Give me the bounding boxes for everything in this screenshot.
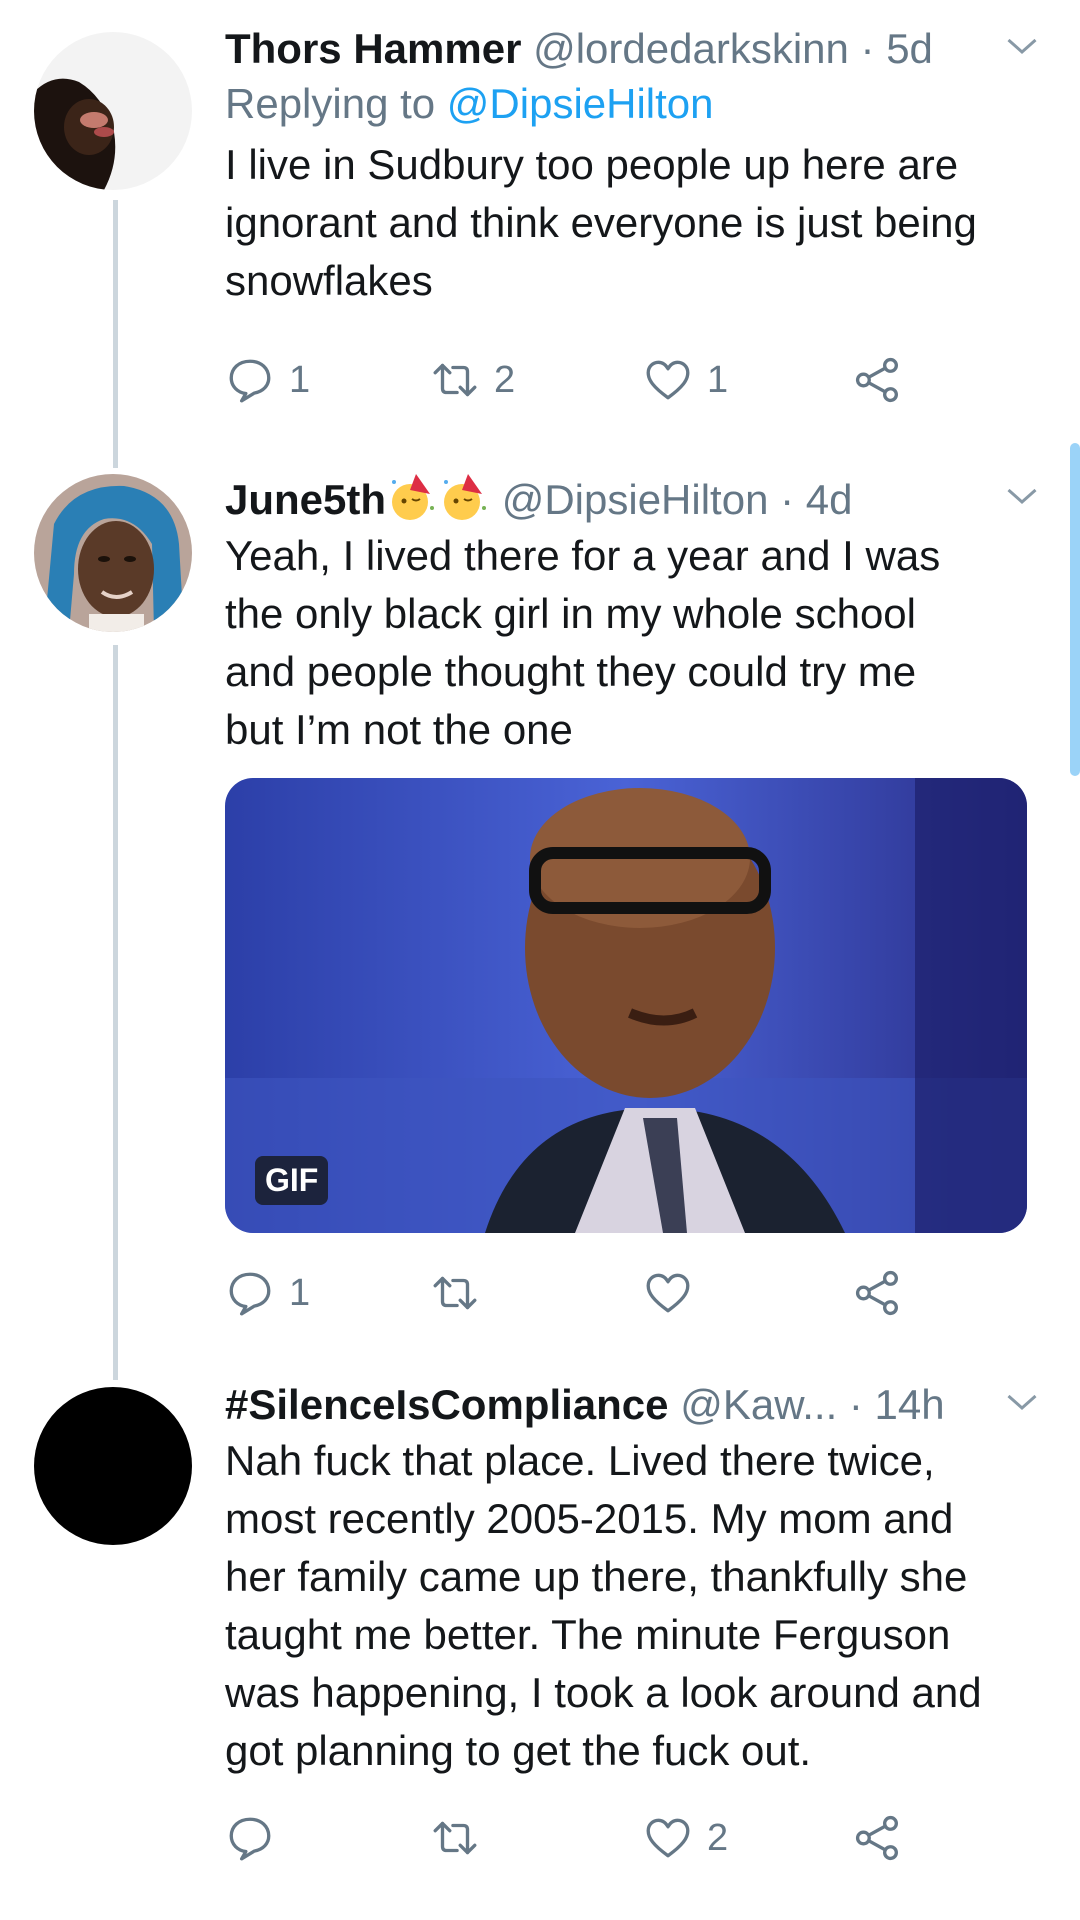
timestamp[interactable]: · 14h	[849, 1381, 945, 1428]
like-button[interactable]	[643, 1263, 707, 1323]
display-name[interactable]: #SilenceIsCompliance	[225, 1381, 669, 1428]
like-count: 1	[707, 358, 729, 401]
chevron-down-icon[interactable]	[1004, 1384, 1040, 1420]
like-button[interactable]: 1	[643, 350, 728, 410]
tweet-actions: 1	[225, 1263, 945, 1323]
heart-icon	[646, 1818, 690, 1858]
reply-count: 1	[289, 358, 311, 401]
reply-icon	[229, 359, 271, 403]
share-icon	[855, 1270, 898, 1316]
gif-media[interactable]: GIF	[225, 778, 1027, 1233]
avatar[interactable]	[34, 32, 192, 190]
heart-icon	[646, 360, 690, 400]
reply-count: 1	[289, 1271, 311, 1314]
heart-icon	[646, 1273, 690, 1313]
like-count: 2	[707, 1816, 729, 1859]
reply-button[interactable]: 1	[225, 1263, 310, 1323]
retweet-icon	[433, 1276, 477, 1310]
share-button[interactable]	[853, 1263, 903, 1323]
tweet[interactable]: Thors Hammer @lordedarkskinn · 5d Replyi…	[225, 22, 1037, 310]
replying-to: Replying to @DipsieHilton	[225, 76, 1030, 132]
party-face-emoji-icon	[444, 474, 487, 520]
scrollbar[interactable]	[1070, 443, 1080, 776]
share-button[interactable]	[853, 1808, 903, 1868]
reply-icon	[229, 1272, 271, 1316]
handle[interactable]: @Kaw...	[680, 1381, 837, 1428]
handle[interactable]: @lordedarkskinn	[533, 25, 849, 72]
share-button[interactable]	[853, 350, 903, 410]
mention-link[interactable]: @DipsieHilton	[447, 80, 714, 127]
display-name[interactable]: June5th	[225, 476, 386, 523]
avatar[interactable]	[34, 474, 192, 632]
handle[interactable]: @DipsieHilton	[502, 476, 769, 523]
chevron-down-icon[interactable]	[1004, 478, 1040, 514]
tweet[interactable]: June5th @DipsieHilton · 4d Yeah, I lived…	[225, 472, 1037, 759]
retweet-button[interactable]: 2	[430, 350, 515, 410]
tweet[interactable]: #SilenceIsCompliance @Kaw... · 14h Nah f…	[225, 1378, 1037, 1780]
timestamp[interactable]: · 5d	[861, 25, 933, 72]
retweet-count: 2	[494, 358, 516, 401]
retweet-button[interactable]	[430, 1263, 494, 1323]
party-face-emoji-icon	[392, 474, 435, 520]
share-icon	[855, 1815, 898, 1861]
retweet-icon	[433, 363, 477, 397]
reply-button[interactable]: 1	[225, 350, 310, 410]
timestamp[interactable]: · 4d	[780, 476, 852, 523]
display-name[interactable]: Thors Hammer	[225, 25, 521, 72]
chevron-down-icon[interactable]	[1004, 28, 1040, 64]
tweet-text: Yeah, I lived there for a year and I was…	[225, 532, 941, 753]
reply-button[interactable]	[225, 1808, 289, 1868]
share-icon	[855, 357, 898, 403]
retweet-icon	[433, 1821, 477, 1855]
avatar[interactable]	[34, 1387, 192, 1545]
thread-line	[113, 200, 118, 468]
replying-label: Replying to	[225, 80, 436, 127]
gif-image	[225, 778, 1027, 1233]
tweet-actions: 1 2 1	[225, 350, 945, 410]
reply-icon	[229, 1817, 271, 1861]
gif-badge: GIF	[255, 1156, 329, 1205]
like-button[interactable]: 2	[643, 1808, 728, 1868]
tweet-text: I live in Sudbury too people up here are…	[225, 141, 977, 304]
tweet-header: Thors Hammer @lordedarkskinn · 5d	[225, 22, 1037, 76]
thread-line	[113, 645, 118, 1380]
retweet-button[interactable]	[430, 1808, 494, 1868]
tweet-actions: 2	[225, 1808, 945, 1868]
tweet-text: Nah fuck that place. Lived there twice, …	[225, 1437, 982, 1774]
tweet-header: #SilenceIsCompliance @Kaw... · 14h	[225, 1378, 1037, 1432]
tweet-header: June5th @DipsieHilton · 4d	[225, 472, 1037, 527]
